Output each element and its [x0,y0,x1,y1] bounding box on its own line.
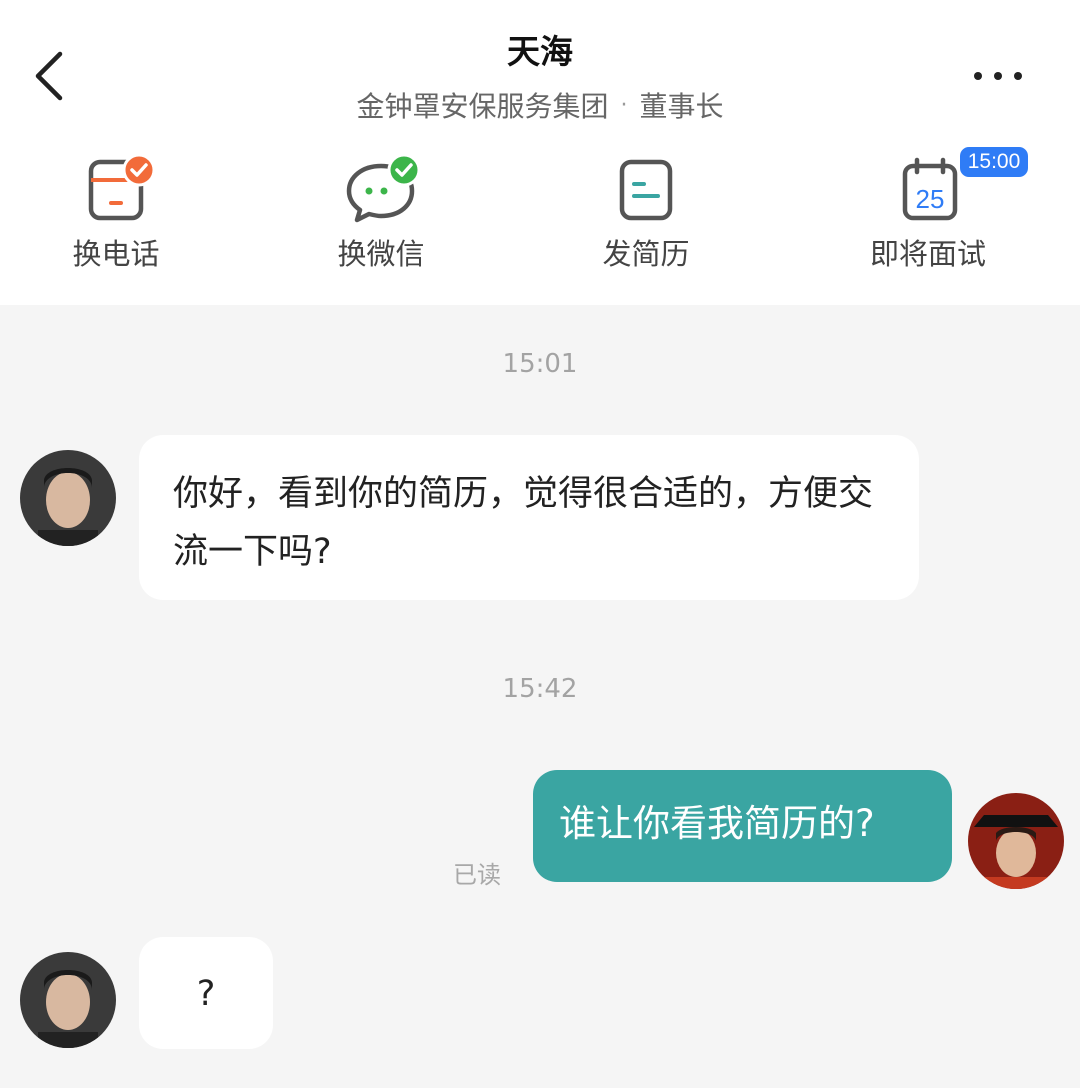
swap-wechat-button[interactable]: 换微信 [311,150,451,280]
message-bubble-incoming[interactable]: 你好，看到你的简历，觉得很合适的，方便交流一下吗? [139,435,919,600]
contact-name: 天海 [507,32,573,71]
read-status: 已读 [453,861,501,889]
resume-icon [601,150,691,230]
user-avatar[interactable] [968,793,1064,889]
more-options-button[interactable] [968,62,1032,90]
swap-wechat-label: 换微信 [337,237,425,271]
job-position: 董事长 [639,90,724,123]
message-text: 你好，看到你的简历，觉得很合适的，方便交流一下吗? [173,474,874,572]
wechat-swap-icon [336,150,426,230]
swap-phone-button[interactable]: 换电话 [46,150,186,280]
send-resume-label: 发简历 [602,237,690,271]
upcoming-interview-button[interactable]: 25 15:00 即将面试 [858,144,1031,280]
chat-header: 天海 金钟罩安保服务集团 · 董事长 换电话 换微信 发简历 25 15:00 … [0,0,1080,305]
message-bubble-outgoing[interactable]: 谁让你看我简历的? [533,770,952,882]
swap-phone-label: 换电话 [72,237,160,271]
message-bubble-incoming[interactable]: ? [139,937,273,1049]
message-text: 谁让你看我简历的? [559,802,875,845]
calendar-icon: 25 15:00 [883,144,1031,230]
timestamp-divider: 15:42 [502,674,578,704]
upcoming-interview-label: 即将面试 [869,237,986,271]
recruiter-avatar[interactable] [20,952,116,1048]
send-resume-button[interactable]: 发简历 [576,150,716,280]
contact-subtitle: 金钟罩安保服务集团 · 董事长 [0,86,1080,127]
company-name: 金钟罩安保服务集团 [356,90,609,123]
recruiter-avatar[interactable] [20,450,116,546]
calendar-day: 25 [916,184,945,214]
phone-swap-icon [71,150,161,230]
more-dots-icon [974,72,1022,80]
separator-dot: · [620,93,628,118]
message-text: ? [196,974,216,1014]
interview-time-badge: 15:00 [957,144,1031,180]
timestamp-divider: 15:01 [502,349,578,379]
